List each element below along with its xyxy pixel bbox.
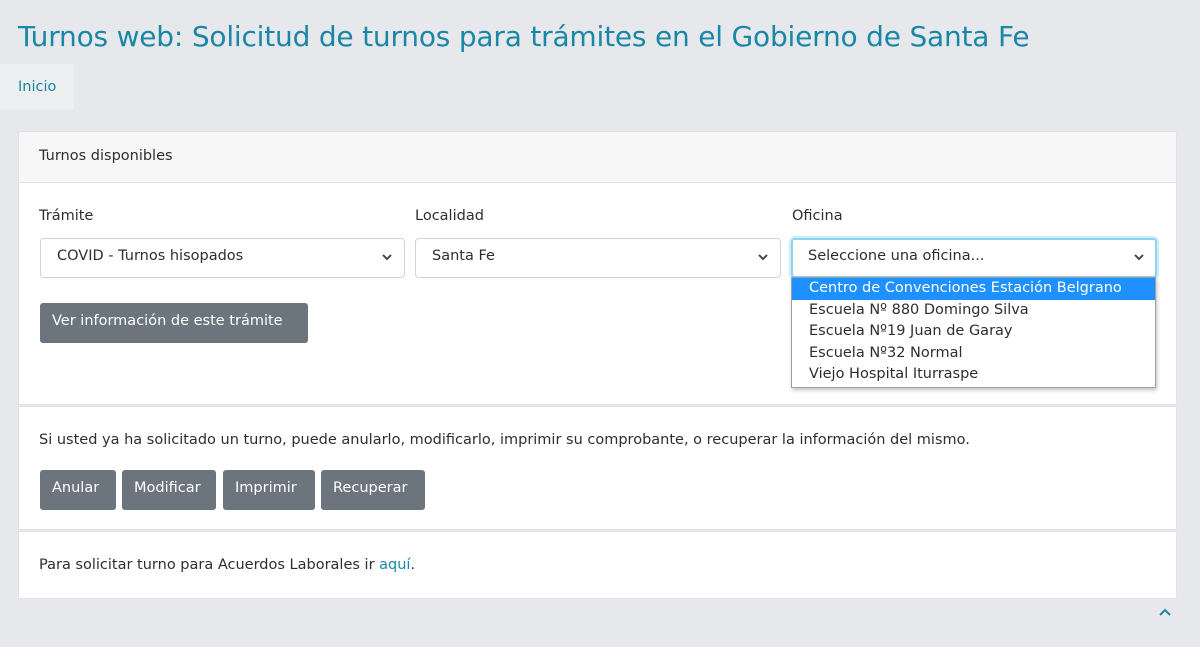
page-title: Turnos web: Solicitud de turnos para trá… bbox=[18, 20, 1030, 53]
acuerdos-laborales-text: Para solicitar turno para Acuerdos Labor… bbox=[39, 557, 415, 573]
localidad-label: Localidad bbox=[415, 208, 484, 224]
oficina-option[interactable]: Escuela Nº19 Juan de Garay bbox=[792, 321, 1155, 343]
oficina-dropdown-list: Centro de Convenciones Estación Belgrano… bbox=[791, 277, 1156, 388]
acuerdos-laborales-prefix: Para solicitar turno para Acuerdos Labor… bbox=[39, 557, 380, 573]
oficina-option[interactable]: Viejo Hospital Iturraspe bbox=[792, 364, 1155, 386]
recuperar-button[interactable]: Recuperar bbox=[321, 470, 425, 510]
oficina-option[interactable]: Escuela Nº 880 Domingo Silva bbox=[792, 300, 1155, 322]
chevron-down-icon bbox=[382, 254, 392, 261]
tramite-select-value: COVID - Turnos hisopados bbox=[57, 248, 244, 264]
gestion-info-text: Si usted ya ha solicitado un turno, pued… bbox=[39, 432, 970, 448]
acuerdos-laborales-suffix: . bbox=[410, 557, 416, 573]
oficina-option[interactable]: Centro de Convenciones Estación Belgrano bbox=[792, 278, 1155, 300]
card-header: Turnos disponibles bbox=[19, 132, 1176, 183]
acuerdos-laborales-card: Para solicitar turno para Acuerdos Labor… bbox=[18, 531, 1177, 599]
aqui-link[interactable]: aquí bbox=[379, 557, 410, 573]
modificar-button[interactable]: Modificar bbox=[122, 470, 216, 510]
imprimir-button[interactable]: Imprimir bbox=[223, 470, 315, 510]
chevron-down-icon bbox=[758, 254, 768, 261]
anular-button[interactable]: Anular bbox=[40, 470, 116, 510]
oficina-select[interactable]: Seleccione una oficina... bbox=[791, 238, 1157, 278]
tramite-select[interactable]: COVID - Turnos hisopados bbox=[40, 238, 405, 278]
chevron-down-icon bbox=[1134, 254, 1144, 261]
breadcrumb-home-link[interactable]: Inicio bbox=[18, 79, 56, 95]
localidad-select-value: Santa Fe bbox=[432, 248, 495, 264]
gestion-turno-card: Si usted ya ha solicitado un turno, pued… bbox=[18, 406, 1177, 530]
chevron-up-icon[interactable] bbox=[1156, 603, 1174, 621]
ver-informacion-button[interactable]: Ver información de este trámite bbox=[40, 303, 308, 343]
localidad-select[interactable]: Santa Fe bbox=[415, 238, 781, 278]
oficina-option[interactable]: Escuela Nº32 Normal bbox=[792, 343, 1155, 365]
tramite-label: Trámite bbox=[39, 208, 94, 224]
oficina-label: Oficina bbox=[792, 208, 843, 224]
oficina-select-value: Seleccione una oficina... bbox=[808, 248, 985, 264]
